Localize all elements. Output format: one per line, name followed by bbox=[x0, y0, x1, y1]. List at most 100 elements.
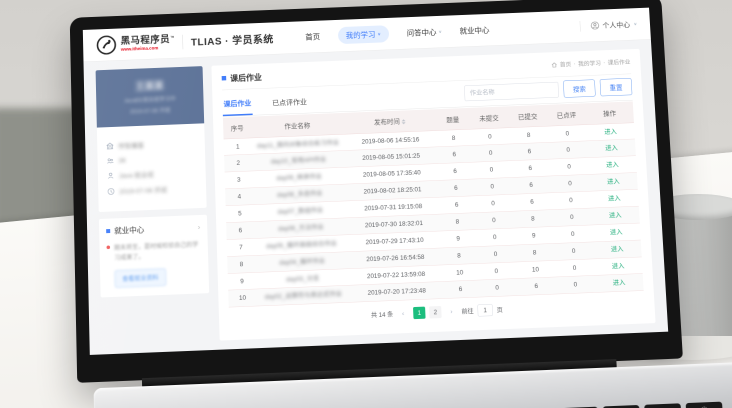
profile-line-1: JavaEE就业班学习中 bbox=[103, 94, 196, 106]
brand-tm: ™ bbox=[170, 35, 175, 40]
prev-page-button[interactable]: ‹ bbox=[397, 307, 410, 320]
enter-link[interactable]: 进入 bbox=[608, 195, 621, 202]
brand[interactable]: 黑马程序员™ www.itheima.com bbox=[96, 32, 175, 56]
enter-link[interactable]: 进入 bbox=[611, 245, 624, 252]
home-icon bbox=[551, 62, 557, 68]
assignment-name: day08_多态作业 bbox=[277, 190, 323, 199]
laptop-screen: 黑马程序员™ www.itheima.com TLIAS · 学员系统 首页 我… bbox=[83, 8, 668, 355]
total-count: 共 14 条 bbox=[371, 310, 393, 319]
enter-link[interactable]: 进入 bbox=[605, 145, 618, 152]
search-button[interactable]: 搜索 bbox=[563, 79, 596, 97]
cell-action: 进入 bbox=[586, 123, 635, 142]
cell-reviewed: 0 bbox=[549, 158, 589, 176]
section-bullet bbox=[106, 229, 110, 233]
employment-header[interactable]: 就业中心 › bbox=[106, 222, 200, 236]
cell-not-submitted: 0 bbox=[472, 178, 512, 196]
nav-item-qa-center[interactable]: 问答中心∨ bbox=[406, 26, 442, 38]
info-row-class: 36 bbox=[106, 154, 196, 165]
sort-icon[interactable] bbox=[401, 117, 405, 126]
cell-submitted: 6 bbox=[510, 143, 550, 161]
cell-index: 10 bbox=[228, 289, 257, 307]
col-index: 序号 bbox=[223, 117, 251, 139]
nav-item-home[interactable]: 首页 bbox=[305, 31, 320, 42]
brand-text: 黑马程序员™ www.itheima.com bbox=[121, 35, 175, 52]
enter-link[interactable]: 进入 bbox=[612, 262, 625, 270]
enter-link[interactable]: 进入 bbox=[609, 212, 622, 219]
enter-link[interactable]: 进入 bbox=[606, 161, 619, 168]
assignment-name: day04_循环作业 bbox=[279, 257, 325, 266]
assignment-name: day03_分支 bbox=[286, 274, 319, 282]
users-icon bbox=[106, 157, 114, 165]
user-menu[interactable]: 个人中心 ∨ bbox=[579, 19, 637, 32]
view-employment-button[interactable]: 查看就业资料 bbox=[115, 268, 167, 288]
col-reviewed: 已点评 bbox=[546, 103, 586, 126]
cell-not-submitted: 0 bbox=[470, 127, 510, 145]
divider bbox=[579, 21, 580, 32]
cell-submitted: 6 bbox=[510, 159, 550, 177]
enter-link[interactable]: 进入 bbox=[607, 178, 620, 185]
cell-publish-time: 2019-07-20 17:23:48 bbox=[350, 282, 444, 303]
cell-reviewed: 0 bbox=[555, 259, 595, 278]
info-value: 2019-07-08 开班 bbox=[119, 185, 167, 196]
cell-reviewed: 0 bbox=[552, 208, 592, 226]
search-input[interactable] bbox=[464, 82, 559, 101]
laptop: 黑马程序员™ www.itheima.com TLIAS · 学员系统 首页 我… bbox=[70, 0, 687, 408]
col-action: 操作 bbox=[585, 101, 634, 124]
cell-index: 4 bbox=[225, 188, 253, 206]
employment-title: 就业中心 bbox=[114, 224, 144, 236]
cell-action: 进入 bbox=[594, 257, 643, 276]
cell-index: 1 bbox=[224, 138, 252, 156]
nav-item-job-center[interactable]: 就业中心 bbox=[459, 25, 489, 36]
cell-name: day02_运算符与表达式作业 bbox=[256, 285, 350, 306]
crumb-my-learning[interactable]: 我的学习 bbox=[578, 59, 601, 68]
employment-card: 就业中心 › 期末将至，是时候检验自己的学习成果了。 查看就业资料 bbox=[99, 215, 209, 298]
cell-submitted: 8 bbox=[513, 210, 553, 228]
brand-name: 黑马程序员 bbox=[121, 34, 171, 46]
cell-submitted: 10 bbox=[515, 260, 555, 279]
col-not-submitted: 未提交 bbox=[469, 106, 509, 129]
student-name: 王某某 bbox=[103, 77, 197, 94]
cell-index: 3 bbox=[225, 171, 253, 189]
tab-reviewed-homework[interactable]: 已点评作业 bbox=[271, 91, 308, 114]
nav-item-my-learning[interactable]: 我的学习∨ bbox=[338, 25, 390, 44]
next-page-button[interactable]: › bbox=[445, 305, 458, 318]
user-icon bbox=[107, 172, 115, 180]
page-title: 课后作业 bbox=[222, 71, 263, 84]
goto-page-input[interactable] bbox=[477, 304, 493, 317]
page-button-1[interactable]: 1 bbox=[413, 307, 426, 320]
page-button-2[interactable]: 2 bbox=[429, 306, 442, 319]
chevron-down-icon: ∨ bbox=[377, 32, 381, 36]
cell-submitted: 8 bbox=[509, 126, 549, 144]
cell-index: 7 bbox=[227, 238, 256, 256]
chevron-down-icon: ∨ bbox=[633, 22, 637, 26]
assignment-name: day07_数组作业 bbox=[277, 207, 323, 216]
app-title: TLIAS · 学员系统 bbox=[191, 31, 274, 48]
reset-button[interactable]: 重置 bbox=[600, 78, 633, 96]
cell-not-submitted: 0 bbox=[471, 144, 511, 162]
enter-link[interactable]: 进入 bbox=[604, 128, 617, 135]
cell-index: 6 bbox=[226, 221, 255, 239]
photo-scene: 黑马程序员™ www.itheima.com TLIAS · 学员系统 首页 我… bbox=[0, 0, 732, 408]
enter-link[interactable]: 进入 bbox=[613, 279, 626, 287]
cell-reviewed: 0 bbox=[548, 141, 588, 159]
cell-action: 进入 bbox=[588, 156, 637, 175]
clock-icon bbox=[107, 188, 115, 196]
enter-link[interactable]: 进入 bbox=[610, 228, 623, 235]
power-key: ⏻ bbox=[686, 402, 723, 408]
cell-submitted: 6 bbox=[516, 277, 556, 296]
section-bullet bbox=[222, 76, 227, 81]
cell-action: 进入 bbox=[589, 173, 638, 192]
cell-reviewed: 0 bbox=[553, 225, 593, 243]
info-row-course: Java 就业班 bbox=[107, 168, 197, 181]
cell-index: 9 bbox=[228, 272, 257, 290]
cell-question-count: 8 bbox=[442, 246, 477, 264]
cell-not-submitted: 0 bbox=[472, 161, 512, 179]
notice-dot bbox=[107, 245, 111, 249]
brand-url: www.itheima.com bbox=[121, 45, 175, 52]
assignment-name: day05_循环高级综合作业 bbox=[266, 240, 337, 250]
tab-homework[interactable]: 课后作业 bbox=[222, 92, 252, 116]
cell-not-submitted: 0 bbox=[475, 228, 515, 246]
crumb-home[interactable]: 首页 bbox=[560, 60, 572, 68]
brand-logo-icon bbox=[96, 34, 117, 55]
cell-question-count: 6 bbox=[439, 179, 474, 197]
